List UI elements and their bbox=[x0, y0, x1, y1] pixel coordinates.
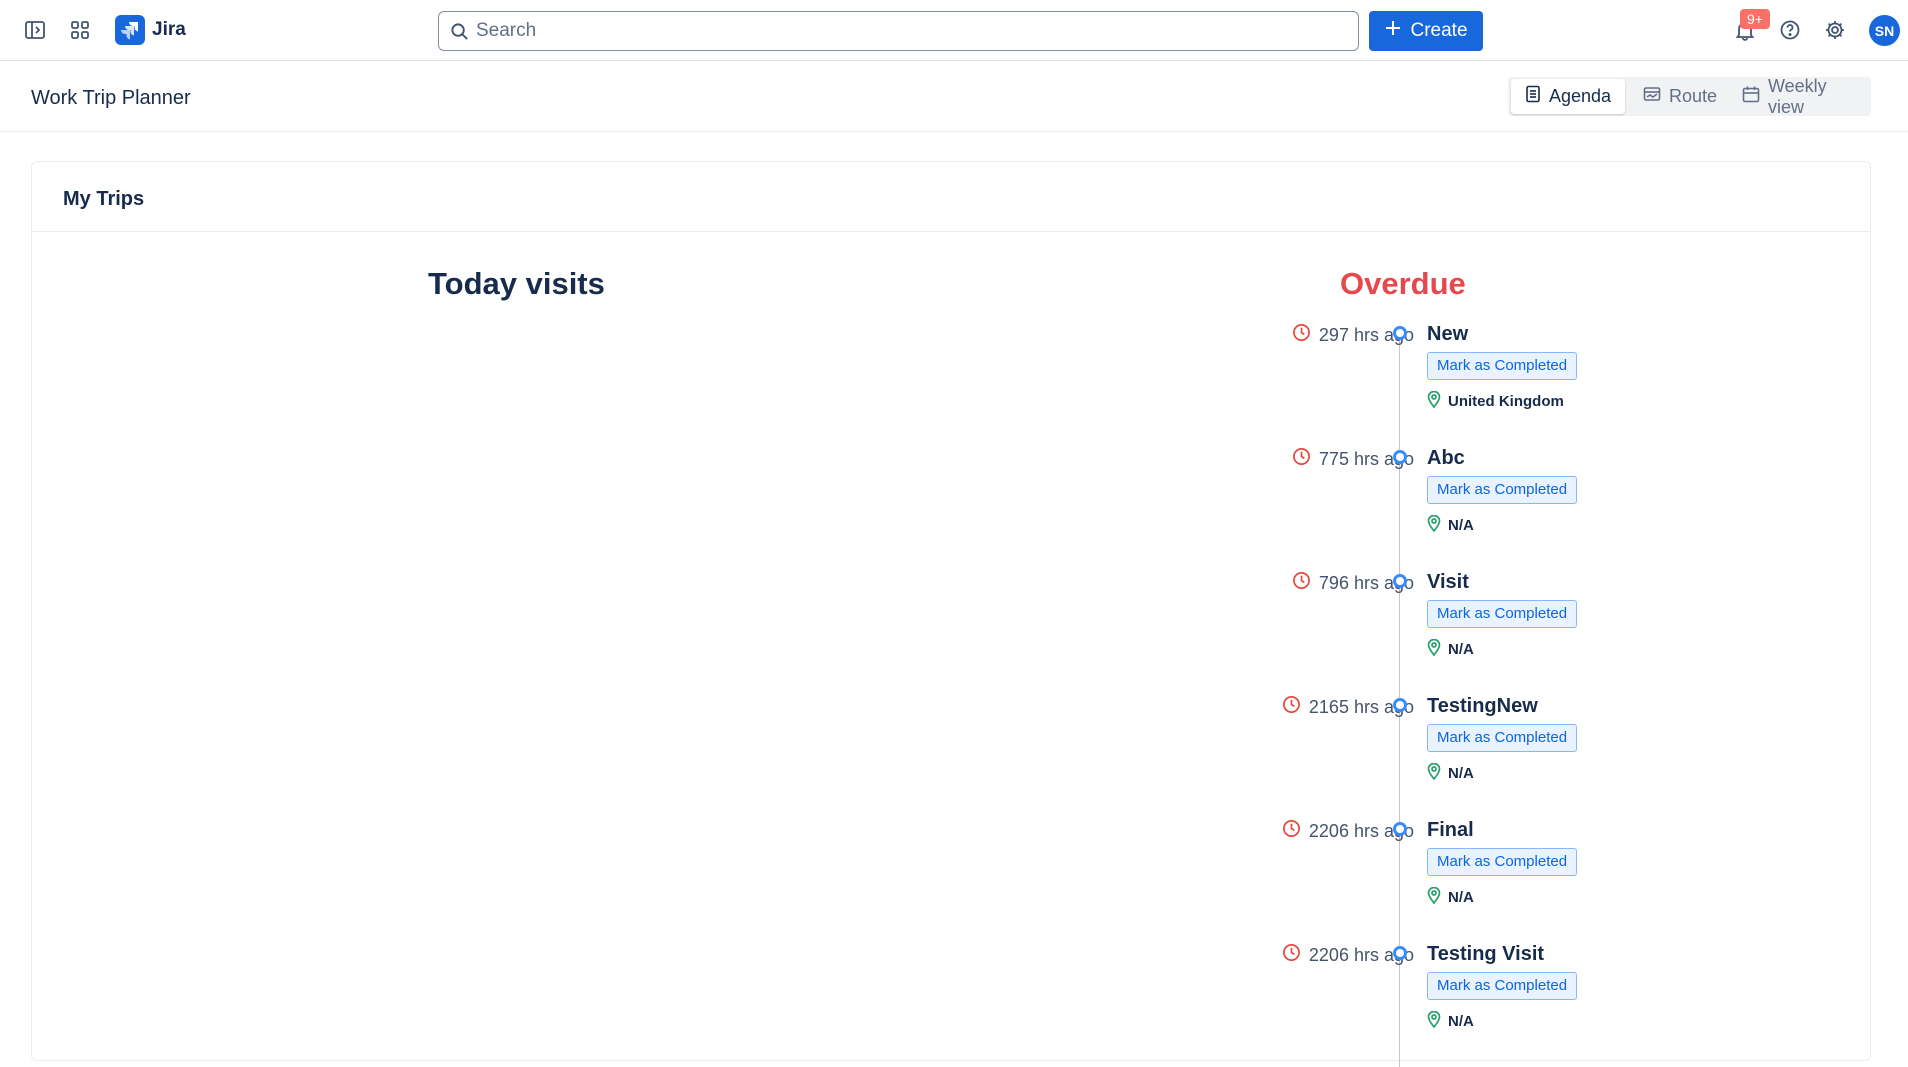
mark-as-completed-button[interactable]: Mark as Completed bbox=[1427, 476, 1578, 504]
timeline-dot bbox=[1393, 450, 1407, 464]
visit-location: N/A bbox=[1427, 514, 1474, 536]
app-name[interactable]: Jira bbox=[152, 19, 186, 41]
calendar-icon bbox=[1742, 86, 1760, 108]
tab-agenda-label: Agenda bbox=[1549, 86, 1612, 106]
visit-location: United Kingdom bbox=[1427, 390, 1564, 412]
overdue-visit-item: 775 hrs ago Abc Mark as Completed N/A bbox=[1182, 447, 1682, 571]
location-pin-icon bbox=[1427, 390, 1441, 412]
jira-logo-icon[interactable] bbox=[115, 15, 145, 45]
route-icon bbox=[1643, 86, 1661, 107]
overdue-visit-item: 796 hrs ago Visit Mark as Completed N/A bbox=[1182, 571, 1682, 695]
visit-location-text: N/A bbox=[1448, 641, 1474, 658]
create-button-label: Create bbox=[1410, 20, 1468, 41]
visit-name[interactable]: TestingNew bbox=[1427, 695, 1538, 718]
overdue-visit-item: 2165 hrs ago TestingNew Mark as Complete… bbox=[1182, 695, 1682, 819]
page-header: Work Trip Planner Agenda Route Weekly vi… bbox=[0, 61, 1908, 132]
tab-agenda[interactable]: Agenda bbox=[1511, 79, 1626, 114]
overdue-visit-item: 2206 hrs ago Final Mark as Completed N/A bbox=[1182, 819, 1682, 943]
plus-icon bbox=[1384, 19, 1402, 43]
clock-icon bbox=[1282, 695, 1301, 719]
visit-name[interactable]: Visit bbox=[1427, 571, 1469, 594]
location-pin-icon bbox=[1427, 762, 1441, 784]
tab-route[interactable]: Route bbox=[1629, 79, 1731, 114]
visit-name[interactable]: Final bbox=[1427, 819, 1474, 842]
mark-as-completed-button[interactable]: Mark as Completed bbox=[1427, 352, 1578, 380]
location-pin-icon bbox=[1427, 886, 1441, 908]
list-icon bbox=[1525, 85, 1541, 108]
mark-as-completed-button[interactable]: Mark as Completed bbox=[1427, 600, 1578, 628]
overdue-visit-item: 2206 hrs ago Testing Visit Mark as Compl… bbox=[1182, 943, 1682, 1067]
mark-as-completed-button[interactable]: Mark as Completed bbox=[1427, 848, 1578, 876]
tab-route-label: Route bbox=[1669, 86, 1718, 106]
visit-location: N/A bbox=[1427, 1010, 1474, 1032]
card-header: My Trips bbox=[32, 162, 1870, 232]
tab-weekly-view-label: Weekly view bbox=[1768, 75, 1827, 117]
settings-gear-icon[interactable] bbox=[1817, 12, 1853, 48]
user-avatar[interactable]: SN bbox=[1869, 15, 1900, 46]
top-navigation: Jira Create 9+ SN bbox=[0, 0, 1908, 61]
visit-name[interactable]: Abc bbox=[1427, 447, 1465, 470]
visit-location-text: United Kingdom bbox=[1448, 393, 1564, 410]
visit-name[interactable]: New bbox=[1427, 323, 1468, 346]
location-pin-icon bbox=[1427, 514, 1441, 536]
mark-as-completed-button[interactable]: Mark as Completed bbox=[1427, 724, 1578, 752]
clock-icon bbox=[1292, 447, 1311, 471]
visit-location: N/A bbox=[1427, 638, 1474, 660]
visit-location: N/A bbox=[1427, 886, 1474, 908]
search-field[interactable] bbox=[438, 11, 1359, 51]
create-button[interactable]: Create bbox=[1369, 11, 1483, 51]
visit-location-text: N/A bbox=[1448, 1013, 1474, 1030]
search-input[interactable] bbox=[476, 12, 1346, 50]
visit-name[interactable]: Testing Visit bbox=[1427, 943, 1544, 966]
overdue-visit-item: 297 hrs ago New Mark as Completed United… bbox=[1182, 323, 1682, 447]
page-title: Work Trip Planner bbox=[31, 87, 191, 109]
timeline-dot bbox=[1393, 326, 1407, 340]
sidebar-toggle-icon[interactable] bbox=[17, 12, 53, 48]
location-pin-icon bbox=[1427, 1010, 1441, 1032]
clock-icon bbox=[1282, 943, 1301, 967]
overdue-heading: Overdue bbox=[1340, 266, 1466, 301]
timeline-dot bbox=[1393, 822, 1407, 836]
tab-weekly-view[interactable]: Weekly view bbox=[1728, 76, 1871, 117]
notifications-badge: 9+ bbox=[1740, 9, 1770, 29]
visit-location-text: N/A bbox=[1448, 517, 1474, 534]
location-pin-icon bbox=[1427, 638, 1441, 660]
view-switcher: Agenda Route Weekly view bbox=[1508, 76, 1871, 117]
app-switcher-icon[interactable] bbox=[62, 12, 98, 48]
timeline-dot bbox=[1393, 574, 1407, 588]
visit-location: N/A bbox=[1427, 762, 1474, 784]
timeline-dot bbox=[1393, 946, 1407, 960]
visit-location-text: N/A bbox=[1448, 765, 1474, 782]
timeline-dot bbox=[1393, 698, 1407, 712]
visit-location-text: N/A bbox=[1448, 889, 1474, 906]
clock-icon bbox=[1292, 323, 1311, 347]
today-visits-heading: Today visits bbox=[428, 266, 605, 301]
mark-as-completed-button[interactable]: Mark as Completed bbox=[1427, 972, 1578, 1000]
card-title: My Trips bbox=[63, 188, 145, 210]
clock-icon bbox=[1292, 571, 1311, 595]
help-icon[interactable] bbox=[1772, 12, 1808, 48]
search-icon bbox=[450, 22, 469, 46]
clock-icon bbox=[1282, 819, 1301, 843]
my-trips-card: My Trips Today visits Overdue 297 hrs ag… bbox=[31, 161, 1871, 1067]
